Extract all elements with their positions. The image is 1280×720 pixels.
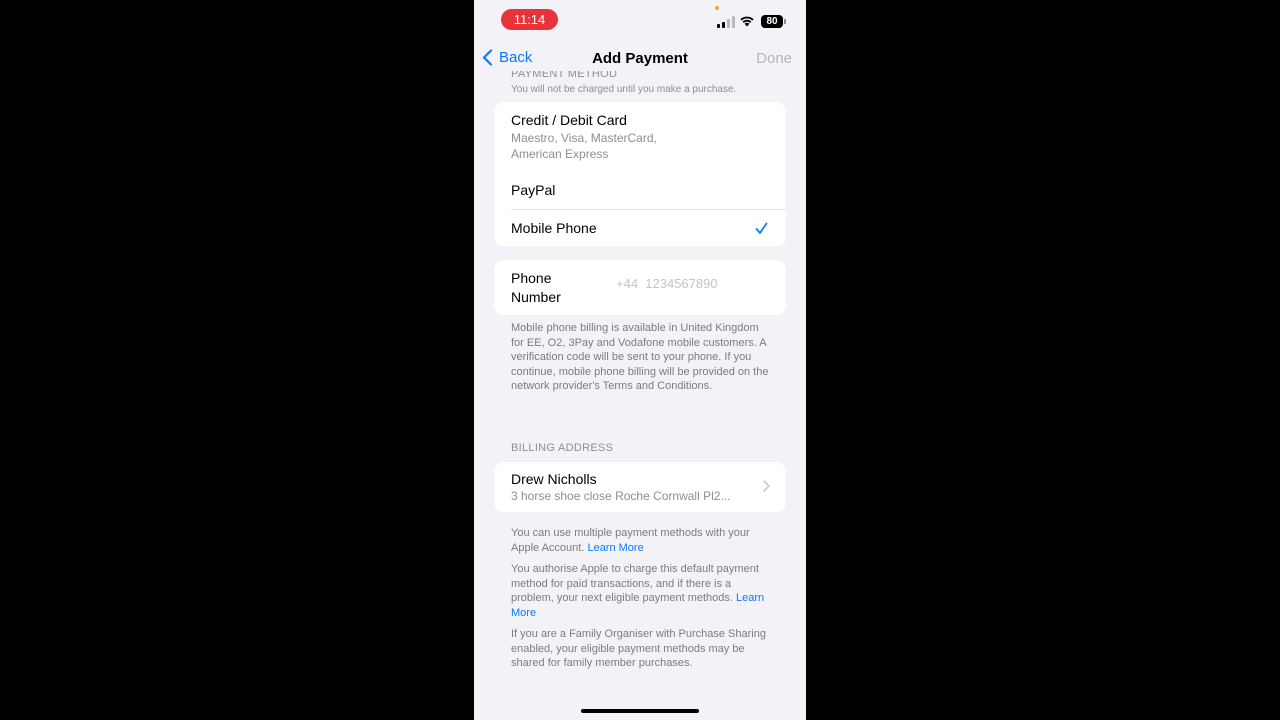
phone-screen: 11:14 80 Back Add Payment Done PAYMENT M…: [474, 0, 806, 720]
chevron-right-icon: [763, 480, 770, 492]
wifi-icon: [740, 16, 754, 27]
option-subtitle: American Express: [511, 147, 609, 161]
phone-number-row: Phone Number: [494, 260, 786, 315]
home-indicator[interactable]: [581, 709, 699, 713]
authorise-text: You authorise Apple to charge this defau…: [511, 563, 765, 619]
cellular-signal-icon: [717, 15, 735, 28]
option-paypal[interactable]: PayPal: [494, 172, 786, 210]
option-mobile-phone[interactable]: Mobile Phone: [494, 210, 786, 246]
multiple-methods-text: You can use multiple payment methods wit…: [511, 527, 750, 554]
privacy-indicator-dot: [715, 6, 719, 10]
payment-method-list: Credit / Debit Card Maestro, Visa, Maste…: [494, 102, 786, 246]
option-title: PayPal: [511, 182, 556, 198]
billing-address-row[interactable]: Drew Nicholls 3 horse shoe close Roche C…: [494, 462, 786, 512]
billing-address-header: BILLING ADDRESS: [511, 442, 614, 454]
payment-method-note: You will not be charged until you make a…: [511, 84, 737, 95]
payment-method-header: PAYMENT METHOD: [511, 71, 618, 80]
option-subtitle: Maestro, Visa, MasterCard,: [511, 131, 657, 145]
billing-name: Drew Nicholls: [511, 471, 597, 487]
option-title: Mobile Phone: [511, 220, 597, 236]
billing-address: 3 horse shoe close Roche Cornwall Pl2...: [511, 489, 731, 503]
battery-icon: 80: [761, 15, 786, 28]
phone-number-field[interactable]: [616, 276, 776, 291]
done-button[interactable]: Done: [756, 50, 792, 67]
status-time[interactable]: 11:14: [501, 9, 558, 30]
learn-more-link[interactable]: Learn More: [587, 542, 643, 554]
option-credit-debit-card[interactable]: Credit / Debit Card Maestro, Visa, Maste…: [494, 102, 786, 172]
family-sharing-text: If you are a Family Organiser with Purch…: [511, 628, 766, 670]
phone-number-label: Phone Number: [511, 270, 561, 305]
mobile-billing-info: Mobile phone billing is available in Uni…: [511, 322, 769, 393]
checkmark-icon: [755, 222, 768, 234]
navigation-bar: Back Add Payment Done: [474, 44, 806, 74]
option-title: Credit / Debit Card: [511, 112, 627, 128]
